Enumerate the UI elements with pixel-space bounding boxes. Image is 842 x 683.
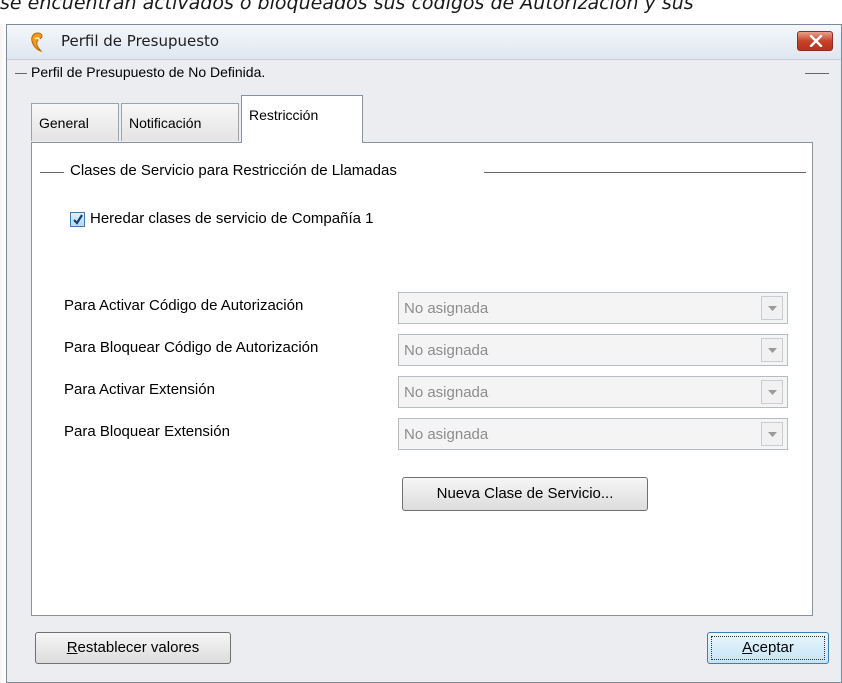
focus-ring (711, 636, 825, 660)
profile-subheader: Perfil de Presupuesto de No Definida. (7, 61, 841, 83)
dropdown-arrow[interactable] (761, 422, 783, 446)
ok-button[interactable]: Aceptar (707, 632, 829, 664)
budget-app-icon (29, 31, 47, 53)
select-value: No asignada (404, 384, 489, 401)
new-service-class-button[interactable]: Nueva Clase de Servicio... (402, 477, 648, 511)
group-divider (40, 172, 64, 173)
close-icon (809, 35, 823, 47)
select-activar-codigo[interactable]: No asignada (398, 292, 788, 324)
select-value: No asignada (404, 300, 489, 317)
divider (15, 73, 27, 74)
chevron-down-icon (768, 390, 777, 395)
field-label-bloquear-codigo: Para Bloquear Código de Autorización (64, 339, 319, 356)
tab-general[interactable]: General (31, 103, 119, 141)
inherit-checkbox[interactable] (70, 212, 85, 227)
restriction-panel: Clases de Servicio para Restricción de L… (31, 142, 813, 616)
group-title: Clases de Servicio para Restricción de L… (70, 162, 397, 179)
tab-restriccion[interactable]: Restricción (241, 95, 363, 143)
select-activar-extension[interactable]: No asignada (398, 376, 788, 408)
checkmark-icon (73, 214, 83, 225)
close-button[interactable] (797, 31, 833, 51)
window-title: Perfil de Presupuesto (61, 32, 220, 50)
profile-description: Perfil de Presupuesto de No Definida. (31, 64, 266, 80)
dropdown-arrow[interactable] (761, 380, 783, 404)
select-value: No asignada (404, 426, 489, 443)
dropdown-arrow[interactable] (761, 296, 783, 320)
dialog-window: Perfil de Presupuesto Perfil de Presupue… (6, 24, 842, 683)
chevron-down-icon (768, 432, 777, 437)
title-bar[interactable]: Perfil de Presupuesto (7, 25, 841, 60)
field-label-activar-extension: Para Activar Extensión (64, 381, 215, 398)
field-label-bloquear-extension: Para Bloquear Extensión (64, 423, 230, 440)
chevron-down-icon (768, 306, 777, 311)
inherit-checkbox-label: Heredar clases de servicio de Compañía 1 (90, 210, 374, 227)
tab-notificacion[interactable]: Notificación (121, 103, 239, 141)
group-divider (484, 172, 806, 173)
select-bloquear-codigo[interactable]: No asignada (398, 334, 788, 366)
chevron-down-icon (768, 348, 777, 353)
select-value: No asignada (404, 342, 489, 359)
select-bloquear-extension[interactable]: No asignada (398, 418, 788, 450)
divider (805, 73, 829, 74)
dropdown-arrow[interactable] (761, 338, 783, 362)
reset-values-button[interactable]: Restablecer valores (35, 632, 231, 664)
background-document-text: se encuentran activados o bloqueados sus… (0, 0, 694, 14)
field-label-activar-codigo: Para Activar Código de Autorización (64, 297, 304, 314)
